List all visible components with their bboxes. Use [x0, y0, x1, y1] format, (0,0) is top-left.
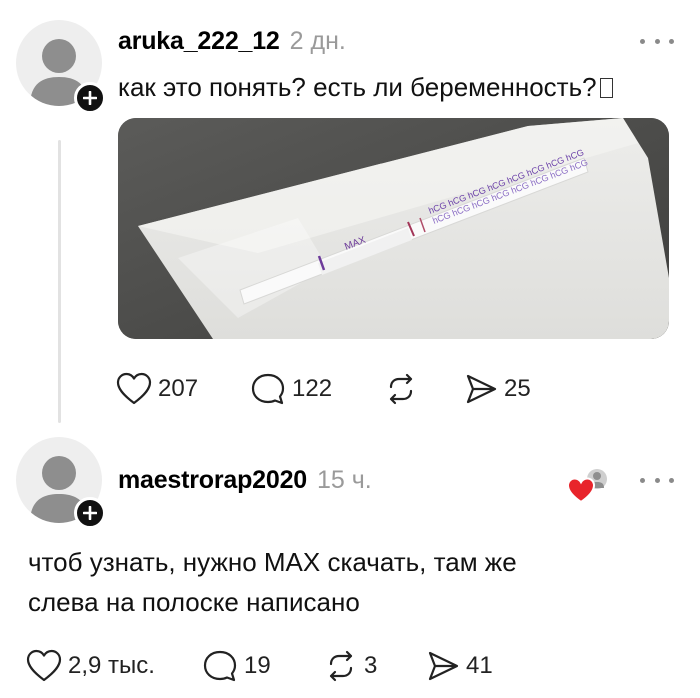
comment-count: 122 — [292, 375, 333, 402]
more-dot — [669, 38, 674, 44]
follow-plus-button[interactable] — [74, 497, 106, 529]
missing-glyph-icon — [599, 78, 613, 98]
comment-bubble-icon — [203, 650, 237, 682]
post-actions: 207 122 25 — [116, 372, 556, 408]
comment-count: 19 — [244, 652, 271, 679]
like-count: 207 — [158, 375, 199, 402]
share-button[interactable]: 41 — [426, 649, 493, 683]
post-text: как это понять? есть ли беременность? — [118, 72, 613, 103]
like-count: 2,9 тыс. — [68, 652, 155, 679]
repost-button[interactable] — [384, 372, 418, 406]
comment-username[interactable]: maestrorap2020 — [118, 466, 307, 495]
repost-button[interactable]: 3 — [324, 649, 377, 683]
post-more-button[interactable] — [640, 34, 674, 48]
comment-button[interactable]: 19 — [202, 649, 271, 683]
post-text-content: как это понять? есть ли беременность? — [118, 72, 597, 102]
plus-icon — [83, 91, 97, 105]
more-dot — [640, 38, 645, 44]
liked-by-author-badge — [566, 466, 610, 506]
thread-line — [58, 140, 61, 423]
more-dot — [654, 38, 660, 44]
send-icon — [428, 651, 459, 681]
comment-more-button[interactable] — [640, 473, 674, 487]
comment-button[interactable]: 122 — [250, 372, 332, 406]
share-count: 41 — [466, 652, 493, 679]
post-header: aruka_222_12 2 дн. — [118, 27, 346, 56]
comment-actions: 2,9 тыс. 19 3 41 — [26, 649, 506, 685]
heart-icon — [116, 372, 152, 405]
comment-time: 15 ч. — [317, 466, 372, 494]
repost-icon — [329, 650, 353, 682]
more-dot — [654, 477, 660, 483]
send-icon — [466, 374, 497, 404]
post-time: 2 дн. — [289, 27, 346, 55]
follow-plus-button[interactable] — [74, 82, 106, 114]
like-button[interactable]: 2,9 тыс. — [26, 649, 155, 683]
share-button[interactable]: 25 — [464, 372, 531, 406]
repost-count: 3 — [364, 652, 378, 679]
like-button[interactable]: 207 — [116, 372, 198, 406]
heart-icon — [26, 649, 62, 682]
post-username[interactable]: aruka_222_12 — [118, 27, 280, 56]
more-dot — [640, 477, 645, 483]
comment-header: maestrorap2020 15 ч. — [118, 466, 372, 495]
post-photo[interactable]: MAX hCG hCG hCG hCG hCG hCG hCG hCG hCG … — [118, 118, 669, 339]
plus-icon — [83, 506, 97, 520]
comment-bubble-icon — [251, 373, 285, 405]
share-count: 25 — [504, 375, 531, 402]
repost-icon — [389, 373, 413, 405]
heart-avatar-icon — [566, 469, 607, 504]
more-dot — [669, 477, 674, 483]
pregnancy-test-photo: MAX hCG hCG hCG hCG hCG hCG hCG hCG hCG … — [118, 118, 669, 339]
comment-text: чтоб узнать, нужно MAX скачать, там же с… — [28, 547, 517, 617]
